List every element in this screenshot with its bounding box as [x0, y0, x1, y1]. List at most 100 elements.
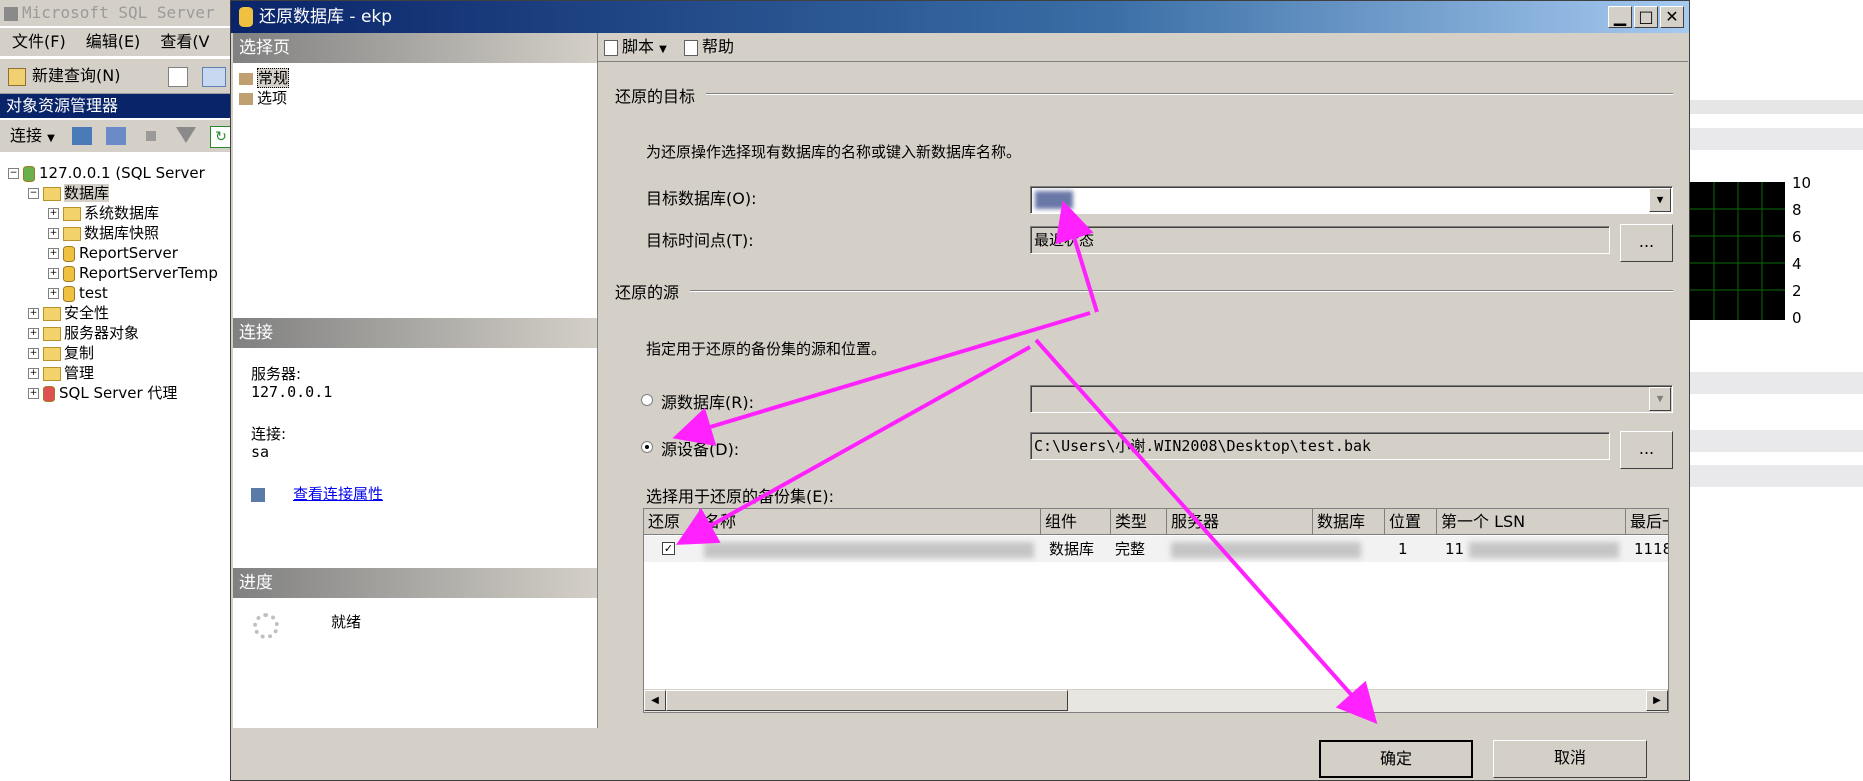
restore-checkbox[interactable]: ✓ [662, 542, 675, 555]
source-device-field[interactable]: C:\Users\小谢.WIN2008\Desktop\test.bak [1030, 432, 1610, 460]
page-icon [239, 72, 253, 85]
tree-node-agent[interactable]: + SQL Server 代理 [28, 383, 177, 403]
tree-node-reportservertemp[interactable]: + ReportServerTemp [48, 263, 218, 283]
destination-description: 为还原操作选择现有数据库的名称或键入新数据库名称。 [646, 143, 1022, 161]
menu-edit[interactable]: 编辑(E) [86, 32, 141, 51]
horizontal-scrollbar[interactable]: ◀ ▶ [644, 689, 1668, 712]
expand-icon[interactable]: + [28, 308, 39, 319]
chevron-down-icon[interactable]: ▼ [1649, 188, 1671, 212]
source-database-radio[interactable] [641, 394, 653, 406]
background-row [1690, 128, 1863, 150]
collapse-icon[interactable]: − [8, 168, 19, 179]
connect-dropdown[interactable]: 连接 ▼ [10, 125, 55, 150]
collapse-icon[interactable]: − [28, 188, 39, 199]
dialog-title: 还原数据库 - ekp [259, 7, 393, 27]
expand-icon[interactable]: + [48, 288, 59, 299]
view-connection-properties[interactable]: 查看连接属性 [251, 483, 383, 504]
query-options-icon[interactable] [202, 67, 226, 87]
script-button[interactable]: 脚本 ▼ [604, 33, 667, 64]
tree-label: 安全性 [64, 304, 110, 322]
filter-icon[interactable] [176, 127, 196, 143]
scroll-thumb[interactable] [666, 690, 1068, 711]
target-time-field[interactable]: 最近状态 [1030, 226, 1610, 254]
open-file-icon[interactable] [168, 67, 188, 87]
column-header-server[interactable]: 服务器 [1167, 509, 1313, 535]
tree-node-snapshots[interactable]: + 数据库快照 [48, 223, 159, 243]
background-row [1690, 465, 1863, 487]
tree-node-test[interactable]: + test [48, 283, 108, 303]
table-row[interactable]: ✓ 数据库 完整 1 11 1118 [644, 536, 1668, 562]
menu-view[interactable]: 查看(V [160, 32, 209, 51]
help-button[interactable]: 帮助 [684, 33, 734, 61]
new-query-label: 新建查询(N) [32, 66, 121, 85]
expand-icon[interactable]: + [28, 328, 39, 339]
cell-component: 数据库 [1049, 540, 1095, 558]
script-label: 脚本 [622, 37, 655, 56]
page-options[interactable]: 选项 [239, 87, 287, 108]
scroll-left-button[interactable]: ◀ [644, 690, 666, 711]
source-device-radio[interactable] [641, 441, 653, 453]
column-header-database[interactable]: 数据库 [1313, 509, 1385, 535]
source-database-label: 源数据库(R): [661, 393, 754, 412]
page-general-label: 常规 [257, 68, 290, 88]
ssms-toolbar: 新建查询(N) [0, 58, 240, 94]
target-database-combobox[interactable]: ▼ [1030, 186, 1673, 214]
tree-label: 数据库 [64, 184, 110, 202]
target-time-label: 目标时间点(T): [646, 231, 754, 250]
tree-node-system-databases[interactable]: + 系统数据库 [48, 203, 159, 223]
tree-node-server[interactable]: − 127.0.0.1 (SQL Server [8, 163, 205, 183]
ssms-title: Microsoft SQL Server [22, 3, 215, 22]
ok-button[interactable]: 确定 [1319, 740, 1473, 778]
server-value: 127.0.0.1 [251, 383, 333, 401]
minimize-button[interactable]: ▁ [1608, 6, 1632, 28]
target-time-browse-button[interactable]: ... [1620, 224, 1673, 262]
backupset-grid: 还原 名称 组件 类型 服务器 数据库 位置 第一个 LSN 最后一 ✓ 数据库… [643, 508, 1669, 713]
tree-node-security[interactable]: + 安全性 [28, 303, 109, 323]
cell-position: 1 [1398, 540, 1408, 558]
expand-icon[interactable]: + [48, 248, 59, 259]
view-connection-link[interactable]: 查看连接属性 [293, 485, 383, 503]
server-icon [23, 165, 35, 182]
column-header-name[interactable]: 名称 [700, 509, 1041, 535]
connect-icon[interactable] [72, 127, 92, 145]
column-header-type[interactable]: 类型 [1111, 509, 1167, 535]
menu-file[interactable]: 文件(F) [12, 32, 66, 51]
disconnect-icon[interactable] [106, 127, 126, 145]
column-header-component[interactable]: 组件 [1041, 509, 1111, 535]
cancel-button[interactable]: 取消 [1493, 740, 1647, 778]
expand-icon[interactable]: + [48, 208, 59, 219]
stop-icon[interactable] [146, 131, 156, 141]
refresh-icon[interactable]: ↻ [210, 126, 232, 148]
destination-group-title: 还原的目标 [615, 87, 696, 106]
expand-icon[interactable]: + [48, 268, 59, 279]
background-row [1690, 372, 1863, 394]
expand-icon[interactable]: + [28, 348, 39, 359]
chart-tick: 6 [1792, 228, 1802, 246]
new-query-button[interactable]: 新建查询(N) [8, 65, 120, 87]
dialog-title-bar: 还原数据库 - ekp ▁ □ ✕ [231, 1, 1689, 33]
expand-icon[interactable]: + [48, 228, 59, 239]
maximize-button[interactable]: □ [1634, 6, 1658, 28]
expand-icon[interactable]: + [28, 368, 39, 379]
background-panel [1690, 0, 1863, 781]
expand-icon[interactable]: + [28, 388, 39, 399]
tree-node-reportserver[interactable]: + ReportServer [48, 243, 178, 263]
close-button[interactable]: ✕ [1660, 6, 1684, 28]
tree-node-databases[interactable]: − 数据库 [28, 183, 110, 203]
scroll-right-button[interactable]: ▶ [1646, 690, 1668, 711]
column-header-last-lsn[interactable]: 最后一 [1626, 509, 1668, 535]
tree-node-server-objects[interactable]: + 服务器对象 [28, 323, 139, 343]
chevron-down-icon[interactable]: ▼ [1649, 387, 1671, 411]
source-database-combobox[interactable]: ▼ [1030, 385, 1673, 413]
chart-tick: 2 [1792, 282, 1802, 300]
tree-node-replication[interactable]: + 复制 [28, 343, 94, 363]
column-header-position[interactable]: 位置 [1385, 509, 1437, 535]
source-device-browse-button[interactable]: ... [1620, 431, 1673, 469]
ssms-title-bar: Microsoft SQL Server [0, 0, 240, 26]
column-header-restore[interactable]: 还原 [644, 509, 700, 535]
column-header-first-lsn[interactable]: 第一个 LSN [1437, 509, 1626, 535]
redacted-name [704, 542, 1034, 558]
chart-tick: 10 [1792, 174, 1812, 192]
tree-node-management[interactable]: + 管理 [28, 363, 94, 383]
page-general[interactable]: 常规 [239, 67, 290, 88]
